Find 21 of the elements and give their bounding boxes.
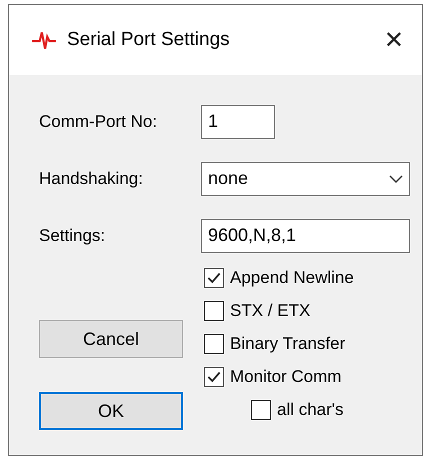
field-label: Settings: bbox=[39, 226, 106, 246]
input-field[interactable]: 1 bbox=[201, 104, 275, 138]
checkbox-label: Binary Transfer bbox=[230, 334, 346, 354]
checkbox-label: STX / ETX bbox=[230, 301, 310, 321]
window-title: Serial Port Settings bbox=[67, 29, 231, 51]
checkbox-label: all char's bbox=[277, 400, 344, 420]
ok-button[interactable]: OK bbox=[39, 392, 183, 430]
checkbox[interactable] bbox=[204, 268, 224, 288]
field-label: Comm-Port No: bbox=[39, 112, 158, 132]
checkbox[interactable] bbox=[204, 367, 224, 387]
checkbox[interactable] bbox=[204, 301, 224, 321]
chevron-icon bbox=[389, 174, 403, 182]
checkbox[interactable] bbox=[204, 334, 224, 354]
cancel-button[interactable]: Cancel bbox=[39, 320, 183, 358]
field-label: Handshaking: bbox=[39, 168, 144, 188]
checkbox[interactable] bbox=[251, 400, 271, 420]
input-field[interactable]: 9600,N,8,1 bbox=[201, 218, 410, 252]
close-button[interactable]: ✕ bbox=[376, 26, 412, 54]
dropdown[interactable]: none bbox=[201, 162, 410, 196]
checkbox-label: Monitor Comm bbox=[230, 367, 342, 387]
checkbox-label: Append Newline bbox=[230, 268, 354, 288]
